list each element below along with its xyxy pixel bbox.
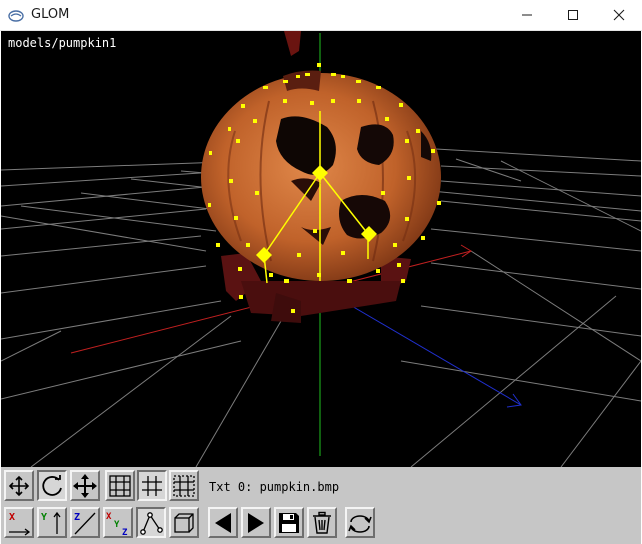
- axis-x-icon: X: [9, 512, 31, 536]
- grid-inner-icon: [142, 475, 162, 496]
- box-view-button[interactable]: [169, 507, 199, 538]
- cube-icon: [174, 512, 194, 533]
- svg-text:X: X: [9, 512, 15, 523]
- svg-text:Z: Z: [122, 528, 128, 536]
- grid-dotted-icon: [173, 474, 195, 497]
- bottom-toolbar: Txt 0: pumpkin.bmp X Y Z X Y Z: [1, 467, 641, 544]
- svg-text:Y: Y: [41, 512, 47, 523]
- skeleton-button[interactable]: [136, 507, 166, 538]
- previous-button[interactable]: [208, 507, 238, 538]
- grid-inner-button[interactable]: [137, 470, 167, 501]
- translate-button[interactable]: [70, 470, 100, 501]
- axis-y-icon: Y: [41, 511, 61, 534]
- rotate-select-button[interactable]: [4, 470, 34, 501]
- window-title: GLOM: [31, 7, 70, 22]
- minimize-icon: [522, 14, 532, 16]
- cross-arrows-icon: [73, 473, 97, 498]
- minimize-button[interactable]: [504, 0, 550, 30]
- skeleton-icon: [140, 511, 163, 535]
- trash-icon: [313, 511, 331, 534]
- triangle-right-icon: [248, 512, 264, 533]
- maximize-icon: [568, 10, 578, 20]
- model-name-label: models/pumpkin1: [8, 36, 117, 50]
- axis-x-button[interactable]: X: [4, 507, 34, 538]
- glom-app-icon: [8, 8, 24, 22]
- grid-full-button[interactable]: [105, 470, 135, 501]
- floppy-disk-icon: [279, 512, 299, 533]
- save-button[interactable]: [274, 507, 304, 538]
- axis-z-button[interactable]: Z: [70, 507, 100, 538]
- svg-text:Y: Y: [114, 520, 120, 530]
- next-button[interactable]: [241, 507, 271, 538]
- axis-z-icon: Z: [74, 512, 96, 534]
- texture-info-label: Txt 0: pumpkin.bmp: [209, 480, 340, 494]
- move-arrows-icon: [8, 475, 30, 496]
- close-button[interactable]: [596, 0, 642, 30]
- axis-xyz-icon: X Y Z: [106, 512, 128, 536]
- reset-view-button[interactable]: [345, 507, 375, 538]
- refresh-arrows-icon: [348, 514, 372, 533]
- delete-button[interactable]: [307, 507, 337, 538]
- maximize-button[interactable]: [550, 0, 596, 30]
- svg-text:X: X: [106, 512, 112, 522]
- axis-xyz-button[interactable]: X Y Z: [103, 507, 133, 538]
- rotate-arrows-icon: [42, 474, 62, 496]
- svg-text:Z: Z: [74, 512, 80, 523]
- scene-canvas[interactable]: [1, 31, 641, 467]
- rotate-button[interactable]: [37, 470, 67, 501]
- triangle-left-icon: [215, 512, 231, 533]
- axis-y-button[interactable]: Y: [37, 507, 67, 538]
- title-bar: GLOM: [0, 0, 642, 31]
- 3d-viewport[interactable]: models/pumpkin1: [1, 31, 641, 467]
- grid-dotted-button[interactable]: [169, 470, 199, 501]
- grid-icon: [109, 474, 131, 497]
- close-icon: [613, 9, 625, 21]
